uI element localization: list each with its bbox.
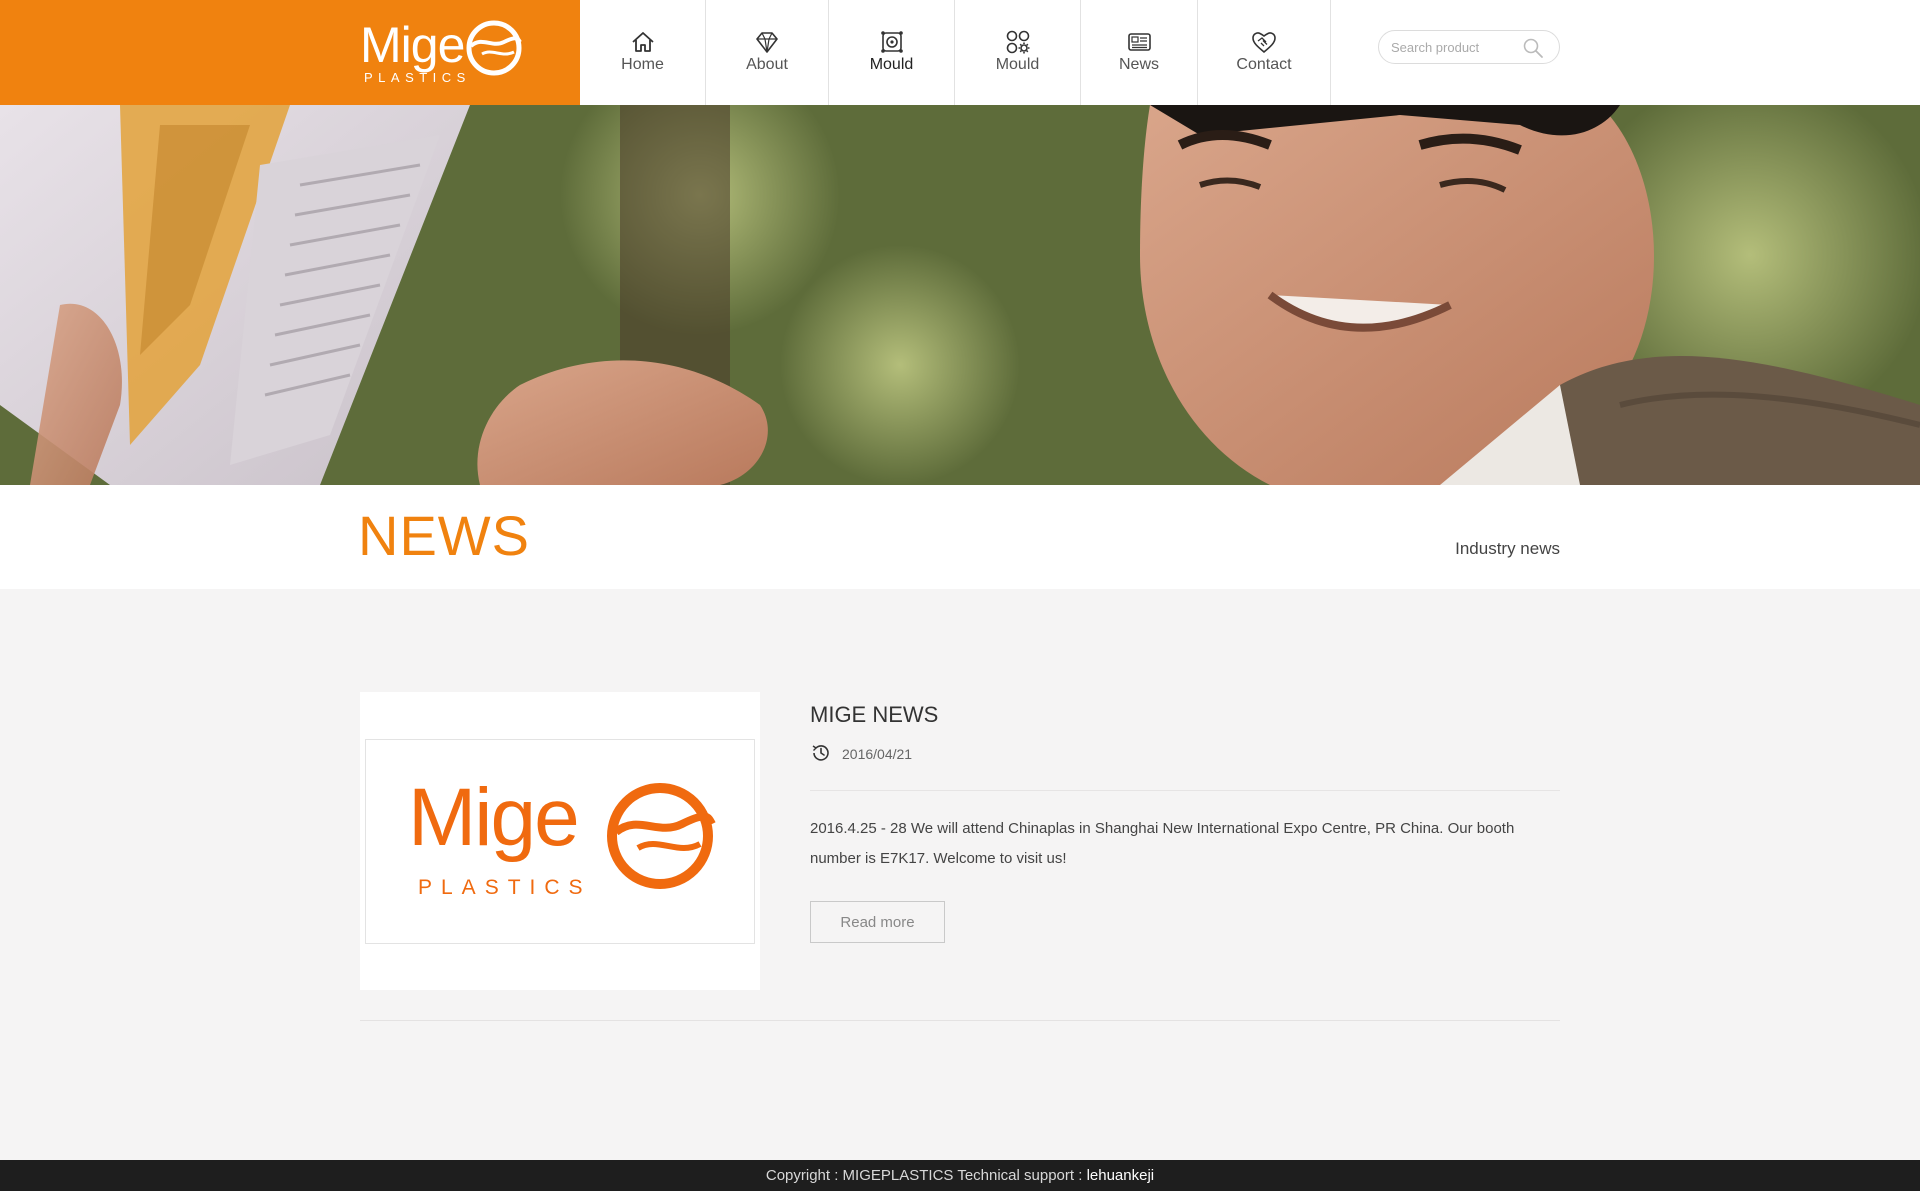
nav-label-about: About — [746, 56, 788, 73]
thumbnail-logo-swirl-icon — [607, 783, 716, 889]
search-icon[interactable] — [1521, 36, 1545, 60]
site-logo[interactable]: Mige PLASTICS — [360, 14, 530, 90]
search-box — [1378, 30, 1560, 64]
nav-label-home: Home — [621, 56, 664, 73]
banner-illustration — [0, 105, 1920, 485]
page-title: NEWS — [358, 504, 530, 567]
news-summary: 2016.4.25 - 28 We will attend Chinaplas … — [810, 820, 1515, 867]
nav-label-news: News — [1118, 56, 1159, 73]
mould-icon — [880, 31, 903, 53]
nav-label-contact: Contact — [1236, 56, 1292, 73]
newspaper-icon — [1128, 33, 1151, 51]
logo-tagline: PLASTICS — [364, 70, 471, 85]
footer-support-link[interactable]: lehuankeji — [1087, 1167, 1155, 1184]
thumbnail-logo: Mige PLASTICS — [408, 768, 718, 908]
grid-gear-icon — [1006, 30, 1029, 54]
nav-label-mould: Mould — [869, 56, 914, 73]
logo-swirl-icon — [466, 20, 522, 76]
nav-item-news[interactable]: News — [1081, 0, 1198, 105]
nav-item-mould[interactable]: Mould — [829, 0, 955, 105]
news-divider — [810, 790, 1560, 791]
news-date: 2016/04/21 — [842, 746, 913, 762]
home-icon — [631, 32, 654, 52]
thumbnail-logo-wordmark: Mige — [408, 772, 580, 863]
thumbnail-logo-tagline: PLASTICS — [418, 876, 592, 899]
category-link-industry-news[interactable]: Industry news — [1455, 539, 1560, 559]
nav-label-mould-products: Mould — [995, 56, 1040, 73]
nav-item-mould-products[interactable]: Mould — [955, 0, 1081, 105]
diamond-icon — [756, 32, 778, 53]
read-more-button[interactable]: Read more — [810, 901, 945, 943]
clock-icon — [812, 745, 829, 761]
search-input[interactable] — [1391, 37, 1521, 57]
nav-item-about[interactable]: About — [706, 0, 829, 105]
page-title-bar: NEWS Industry news — [0, 485, 1920, 589]
news-thumbnail[interactable]: Mige PLASTICS — [360, 692, 760, 990]
hero-banner-man-reading-newspaper — [0, 105, 1920, 485]
news-title[interactable]: MIGE NEWS — [810, 702, 938, 728]
thumbnail-frame: Mige PLASTICS — [365, 739, 755, 944]
list-divider — [360, 1020, 1560, 1021]
nav-item-home[interactable]: Home — [580, 0, 706, 105]
logo-block: Mige PLASTICS — [0, 0, 580, 105]
logo-wordmark: Mige — [360, 17, 465, 73]
footer-copyright: Copyright : MIGEPLASTICS Technical suppo… — [765, 1167, 1087, 1184]
nav-item-contact[interactable]: Contact — [1198, 0, 1331, 105]
site-footer: Copyright : MIGEPLASTICS Technical suppo… — [0, 1160, 1920, 1191]
site-header: Mige PLASTICS Home About Mould Mould New… — [0, 0, 1920, 105]
handshake-icon — [1252, 32, 1276, 54]
